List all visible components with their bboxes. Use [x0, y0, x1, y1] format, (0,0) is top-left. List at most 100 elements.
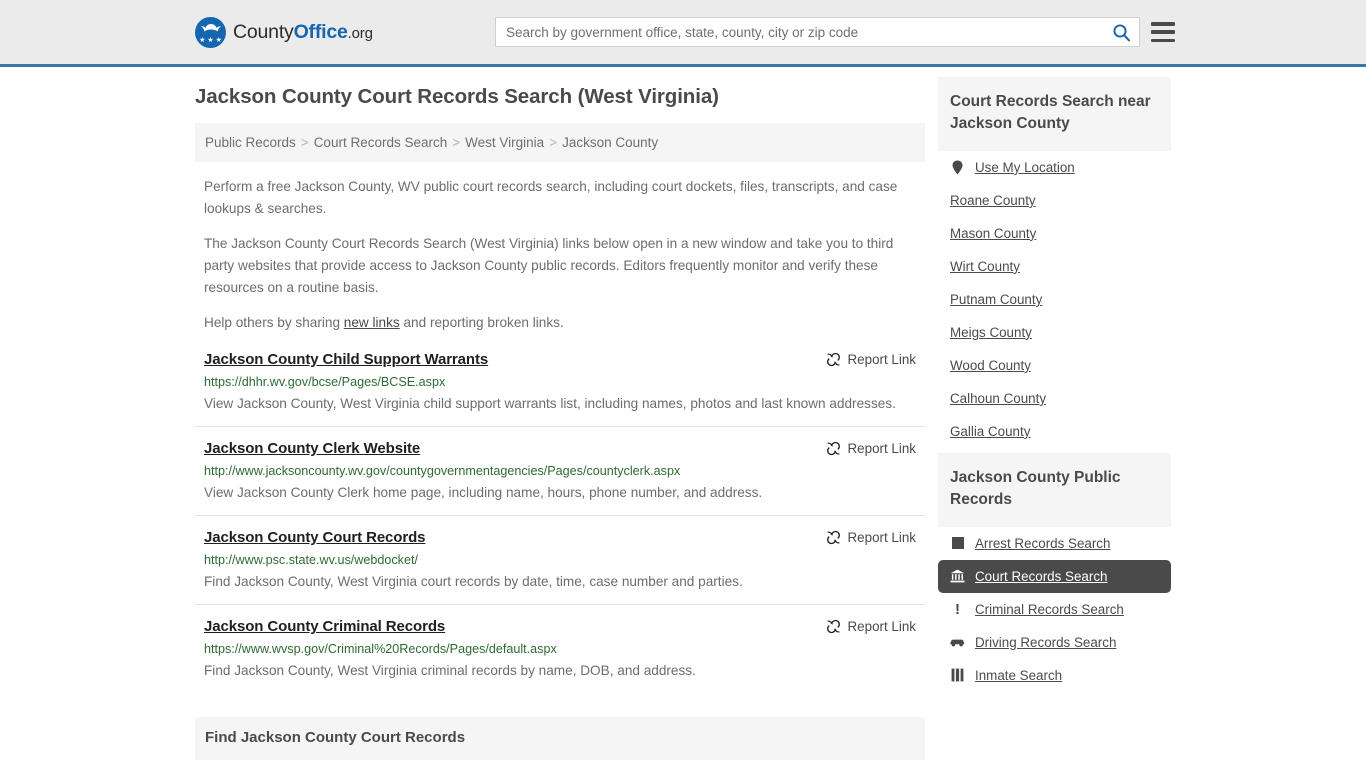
fingerprint-square-icon: [950, 536, 965, 551]
hamburger-menu-icon[interactable]: [1151, 19, 1175, 45]
sidebar-item-use-my-location[interactable]: Use My Location: [938, 151, 1171, 184]
sidebar-item-driving-records-search[interactable]: Driving Records Search: [938, 626, 1171, 659]
search-input[interactable]: [496, 18, 1103, 46]
county-office-emblem-icon: ★ ★ ★: [195, 16, 226, 48]
list-item: Meigs County: [938, 316, 1171, 349]
page-title: Jackson County Court Records Search (Wes…: [195, 85, 719, 108]
nearby-county-list: Use My Location Roane County Mason Count…: [938, 151, 1171, 448]
intro-paragraph-1: Perform a free Jackson County, WV public…: [204, 179, 898, 217]
public-records-heading: Jackson County Public Records: [950, 468, 1121, 509]
sidebar-item-label: Gallia County: [950, 423, 1031, 439]
search-icon: [1112, 23, 1130, 41]
result-header: Jackson County Court Records Report Link: [204, 529, 916, 546]
nearby-search-box: Court Records Search near Jackson County…: [938, 77, 1171, 448]
site-header: ★ ★ ★ CountyOffice.org: [0, 0, 1366, 67]
result-title-link[interactable]: Jackson County Clerk Website: [204, 440, 420, 457]
report-link-label: Report Link: [847, 530, 916, 546]
broken-link-icon: [826, 352, 840, 367]
report-link-button[interactable]: Report Link: [826, 352, 916, 367]
sidebar-item-label: Criminal Records Search: [975, 601, 1124, 617]
sidebar-item-label: Driving Records Search: [975, 634, 1117, 650]
sidebar-item-arrest-records-search[interactable]: Arrest Records Search: [938, 527, 1171, 560]
sidebar-item-mason-county[interactable]: Mason County: [938, 217, 1171, 250]
sidebar-item-label: Roane County: [950, 192, 1036, 208]
sidebar-item-meigs-county[interactable]: Meigs County: [938, 316, 1171, 349]
new-links-link[interactable]: new links: [344, 315, 400, 330]
site-logo[interactable]: ★ ★ ★ CountyOffice.org: [195, 16, 373, 48]
result-title-link[interactable]: Jackson County Criminal Records: [204, 618, 445, 635]
broken-link-icon: [826, 441, 840, 456]
list-item: Putnam County: [938, 283, 1171, 316]
result-url[interactable]: http://www.jacksoncounty.wv.gov/countygo…: [204, 464, 916, 478]
sidebar-item-wood-county[interactable]: Wood County: [938, 349, 1171, 382]
breadcrumb-separator: >: [452, 135, 461, 150]
breadcrumb-item-current: Jackson County: [562, 135, 659, 150]
results-list: Jackson County Child Support Warrants Re…: [195, 347, 925, 693]
result-url[interactable]: http://www.psc.state.wv.us/webdocket/: [204, 553, 916, 567]
result-title-link[interactable]: Jackson County Child Support Warrants: [204, 351, 488, 368]
sidebar-item-label: Arrest Records Search: [975, 535, 1111, 551]
brand-part-office: Office: [293, 20, 348, 43]
result-description: View Jackson County Clerk home page, inc…: [204, 485, 763, 501]
broken-link-icon: [826, 530, 840, 545]
share-prefix: Help others by sharing: [204, 315, 344, 331]
sidebar-item-putnam-county[interactable]: Putnam County: [938, 283, 1171, 316]
sidebar-item-label: Putnam County: [950, 291, 1043, 307]
result-item: Jackson County Clerk Website Report Link…: [195, 426, 925, 515]
breadcrumb-item-2[interactable]: West Virginia: [465, 135, 544, 150]
breadcrumb-item-1[interactable]: Court Records Search: [314, 135, 448, 150]
stars-icon: ★ ★ ★: [199, 36, 222, 44]
sidebar-item-court-records-search[interactable]: Court Records Search: [938, 559, 1171, 593]
brand-wordmark: CountyOffice.org: [233, 21, 373, 44]
sidebar-item-roane-county[interactable]: Roane County: [938, 184, 1171, 217]
list-item: Roane County: [938, 184, 1171, 217]
result-description: Find Jackson County, West Virginia court…: [204, 574, 743, 590]
sidebar-item-gallia-county[interactable]: Gallia County: [938, 415, 1171, 448]
public-records-list: Arrest Records Search Court Records Sear…: [938, 527, 1171, 692]
brand-part-org: .org: [347, 24, 373, 42]
nearby-search-heading: Court Records Search near Jackson County: [950, 93, 1151, 133]
list-item: Court Records Search: [938, 559, 1171, 593]
search-bar[interactable]: [495, 17, 1140, 47]
sidebar-item-calhoun-county[interactable]: Calhoun County: [938, 382, 1171, 415]
report-link-button[interactable]: Report Link: [826, 619, 916, 634]
breadcrumb-separator: >: [549, 135, 558, 150]
main-content: Jackson County Court Records Search (Wes…: [195, 85, 925, 761]
eagle-icon: [200, 23, 221, 31]
report-link-label: Report Link: [847, 441, 916, 457]
sidebar-item-inmate-search[interactable]: Inmate Search: [938, 659, 1171, 692]
report-link-button[interactable]: Report Link: [826, 441, 916, 456]
list-item: Calhoun County: [938, 382, 1171, 415]
sidebar-item-label: Court Records Search: [975, 568, 1108, 584]
intro-paragraph-2: The Jackson County Court Records Search …: [204, 236, 894, 296]
find-records-section: Find Jackson County Court Records: [195, 717, 925, 761]
result-title-link[interactable]: Jackson County Court Records: [204, 529, 426, 546]
sidebar-item-wirt-county[interactable]: Wirt County: [938, 250, 1171, 283]
breadcrumb-separator: >: [300, 135, 309, 150]
brand-part-county: County: [233, 20, 294, 43]
result-url[interactable]: https://dhhr.wv.gov/bcse/Pages/BCSE.aspx: [204, 375, 916, 389]
sidebar: Court Records Search near Jackson County…: [938, 77, 1171, 697]
sidebar-item-label: Inmate Search: [975, 667, 1063, 683]
result-description: View Jackson County, West Virginia child…: [204, 396, 896, 412]
report-link-label: Report Link: [847, 352, 916, 368]
breadcrumb-item-0[interactable]: Public Records: [205, 135, 296, 150]
result-url[interactable]: https://www.wvsp.gov/Criminal%20Records/…: [204, 642, 916, 656]
sidebar-item-criminal-records-search[interactable]: ! Criminal Records Search: [938, 593, 1171, 626]
result-description: Find Jackson County, West Virginia crimi…: [204, 663, 696, 679]
list-item: Gallia County: [938, 415, 1171, 448]
list-item: ! Criminal Records Search: [938, 593, 1171, 626]
intro-text: Perform a free Jackson County, WV public…: [195, 176, 925, 334]
list-item: Inmate Search: [938, 659, 1171, 692]
sidebar-item-label: Mason County: [950, 225, 1037, 241]
search-button[interactable]: [1103, 18, 1139, 46]
result-header: Jackson County Child Support Warrants Re…: [204, 351, 916, 368]
location-pin-icon: [950, 160, 965, 175]
report-link-button[interactable]: Report Link: [826, 530, 916, 545]
exclamation-icon: !: [955, 600, 960, 618]
share-suffix: and reporting broken links.: [399, 315, 564, 331]
list-item: Wirt County: [938, 250, 1171, 283]
car-icon: [950, 635, 965, 650]
list-item: Driving Records Search: [938, 626, 1171, 659]
public-records-header: Jackson County Public Records: [938, 452, 1171, 527]
